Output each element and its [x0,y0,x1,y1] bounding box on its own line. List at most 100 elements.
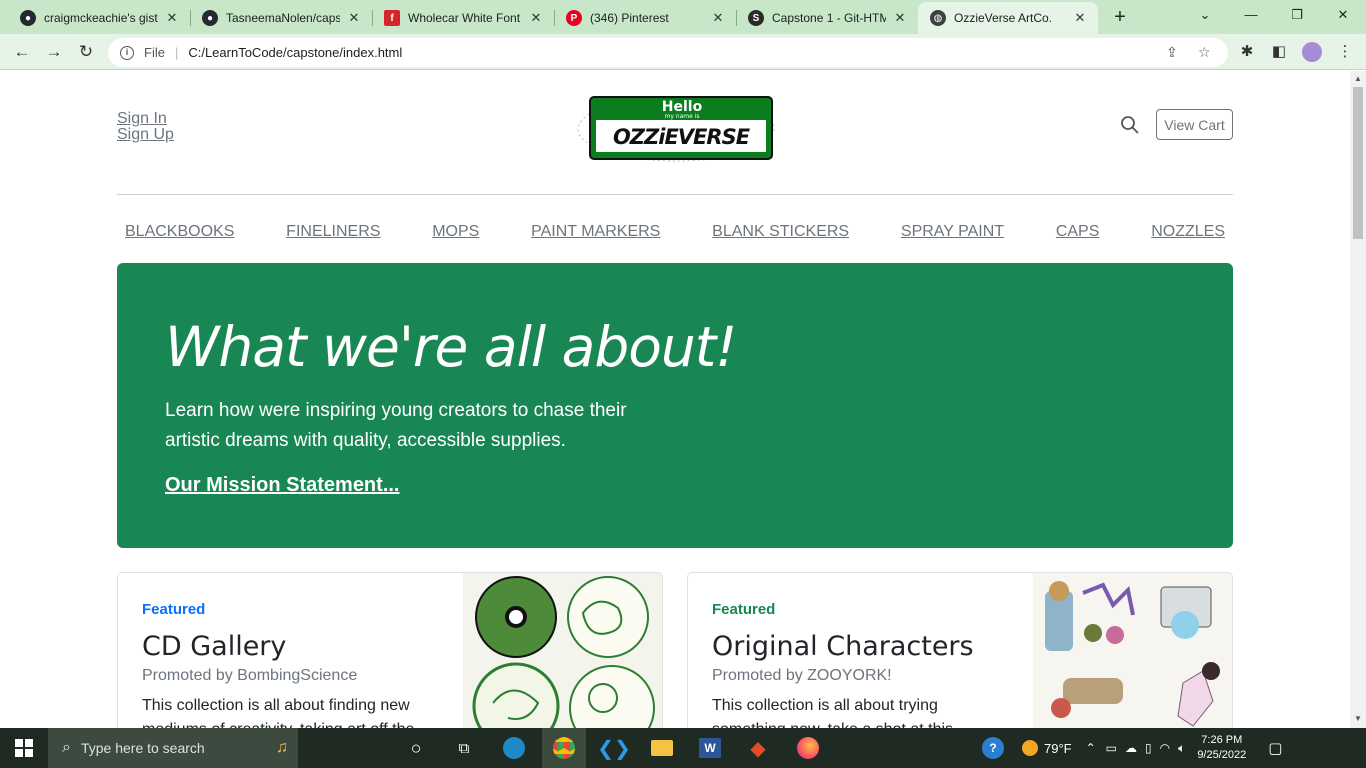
mission-statement-link[interactable]: Our Mission Statement... [165,474,399,497]
pinterest-icon: P [566,10,582,26]
chrome-icon[interactable] [542,728,586,768]
chevron-up-icon[interactable]: ⌃ [1086,741,1096,755]
close-icon[interactable]: ✕ [710,10,726,26]
card-description: This collection is all about finding new… [142,697,414,728]
hero-body: Learn how were inspiring young creators … [165,400,627,451]
git-icon[interactable]: ◆ [740,728,776,768]
tab-label: Wholecar White Font [408,11,521,25]
share-icon[interactable]: ⇪ [1166,44,1178,61]
tab-1[interactable]: ● craigmckeachie's gists ✕ [8,2,190,34]
tab-label: (346) Pinterest [590,11,669,25]
taskbar-search-box[interactable]: ⌕ Type here to search ♫ [48,728,298,768]
bookmark-star-icon[interactable]: ☆ [1198,44,1211,61]
page-scrollbar[interactable]: ▲ ▼ [1350,71,1366,728]
forward-button[interactable]: → [42,40,66,64]
card-title: CD Gallery [142,631,287,662]
featured-card-cd-gallery[interactable]: Featured CD Gallery Promoted by BombingS… [117,572,663,728]
volume-icon[interactable]: 🔈︎ [1178,741,1185,756]
featured-card-original-characters[interactable]: Featured Original Characters Promoted by… [687,572,1233,728]
close-window-button[interactable]: ✕ [1320,0,1366,32]
tab-label: craigmckeachie's gists [44,11,158,25]
card-title: Original Characters [712,631,974,662]
scroll-up-arrow[interactable]: ▲ [1353,74,1363,84]
nav-item-blackbooks[interactable]: BLACKBOOKS [125,223,234,247]
sign-in-link[interactable]: Sign In [117,111,174,127]
search-icon: ⌕ [62,739,71,756]
wifi-icon[interactable]: ◠ [1160,741,1170,755]
sign-up-link[interactable]: Sign Up [117,127,174,143]
ozzieverse-logo[interactable]: Hello my name is OZZiEVERSE [576,91,776,163]
scheme-label: File [144,45,165,60]
scroll-down-arrow[interactable]: ▼ [1353,714,1363,724]
original-characters-image [1033,573,1232,728]
windows-start-button[interactable] [0,728,48,768]
windows-taskbar: ⌕ Type here to search ♫ ○ ⧉ ❮❯ W ◆ ? 79°… [0,728,1366,768]
notification-icon[interactable]: ▢ [1268,739,1282,757]
vscode-icon[interactable]: ❮❯ [596,728,632,768]
tab-4[interactable]: P (346) Pinterest ✕ [554,2,736,34]
search-icon[interactable] [1120,115,1140,135]
cortana-icon[interactable]: ○ [398,728,434,768]
weather-temp[interactable]: 79°F [1044,741,1072,756]
battery-icon[interactable]: ▯ [1145,741,1152,755]
tab-label: TasneemaNolen/capst [226,11,340,25]
address-divider: | [174,45,179,60]
firefox-icon[interactable] [790,728,826,768]
close-icon[interactable]: ✕ [164,10,180,26]
clock-time: 7:26 PM [1201,734,1243,746]
side-panel-icon[interactable]: ◧ [1268,41,1290,63]
help-icon[interactable]: ? [982,737,1004,759]
windows-logo-icon [15,739,33,757]
back-button[interactable]: ← [10,40,34,64]
tab-search-button[interactable]: ⌄ [1182,0,1228,32]
info-icon[interactable]: i [120,45,134,60]
system-tray: ? 79°F ⌃ ▭ ☁ ▯ ◠ 🔈︎ 7:26 PM 9/25/2022 ▢ [982,728,1282,768]
tab-label: OzzieVerse ArtCo. [954,11,1053,25]
tab-3[interactable]: f Wholecar White Font ✕ [372,2,554,34]
nav-item-blank-stickers[interactable]: BLANK STICKERS [712,223,849,247]
url-text[interactable]: C:/LearnToCode/capstone/index.html [188,45,402,60]
card-promo: Promoted by ZOOYORK! [712,667,892,684]
restore-button[interactable]: ❐ [1274,0,1320,32]
featured-tag: Featured [142,601,206,618]
nav-item-fineliners[interactable]: FINELINERS [286,223,380,247]
nav-item-nozzles[interactable]: NOZZLES [1151,223,1225,247]
address-bar[interactable]: i File | C:/LearnToCode/capstone/index.h… [108,38,1228,67]
github-icon: ● [202,10,218,26]
scrollbar-thumb[interactable] [1353,87,1363,239]
hero-title: What we're all about! [165,315,737,379]
globe-icon: ◍ [930,10,946,26]
minimize-button[interactable]: — [1228,0,1274,32]
tab-5[interactable]: S Capstone 1 - Git-HTM ✕ [736,2,918,34]
card-description: This collection is all about trying some… [712,697,953,728]
new-tab-button[interactable]: + [1108,4,1132,30]
file-explorer-icon[interactable] [644,728,680,768]
nav-item-spray-paint[interactable]: SPRAY PAINT [901,223,1004,247]
close-icon[interactable]: ✕ [1072,10,1088,26]
task-view-icon[interactable]: ⧉ [446,728,482,768]
nav-item-caps[interactable]: CAPS [1056,223,1100,247]
profile-avatar[interactable] [1302,42,1322,62]
logo-name-text: OZZiEVERSE [613,125,751,149]
font-site-icon: f [384,10,400,26]
close-icon[interactable]: ✕ [346,10,362,26]
weather-icon [1022,740,1038,756]
skillshare-icon: S [748,10,764,26]
onedrive-icon[interactable]: ☁ [1125,741,1137,755]
extensions-icon[interactable]: ✱ [1236,41,1258,63]
logo-subtext: my name is [664,113,699,120]
close-icon[interactable]: ✕ [892,10,908,26]
menu-icon[interactable]: ⋮ [1334,41,1356,63]
view-cart-button[interactable]: View Cart [1156,109,1233,140]
clock[interactable]: 7:26 PM 9/25/2022 [1197,733,1246,763]
meet-now-icon[interactable]: ▭ [1106,741,1117,755]
nav-item-mops[interactable]: MOPS [432,223,479,247]
word-icon[interactable]: W [692,728,728,768]
edge-icon[interactable] [496,728,532,768]
close-icon[interactable]: ✕ [528,10,544,26]
tab-2[interactable]: ● TasneemaNolen/capst ✕ [190,2,372,34]
nav-item-paint-markers[interactable]: PAINT MARKERS [531,223,660,247]
category-nav: BLACKBOOKS FINELINERS MOPS PAINT MARKERS… [117,223,1233,247]
tab-6-active[interactable]: ◍ OzzieVerse ArtCo. ✕ [918,2,1098,34]
reload-button[interactable]: ↻ [74,40,98,64]
